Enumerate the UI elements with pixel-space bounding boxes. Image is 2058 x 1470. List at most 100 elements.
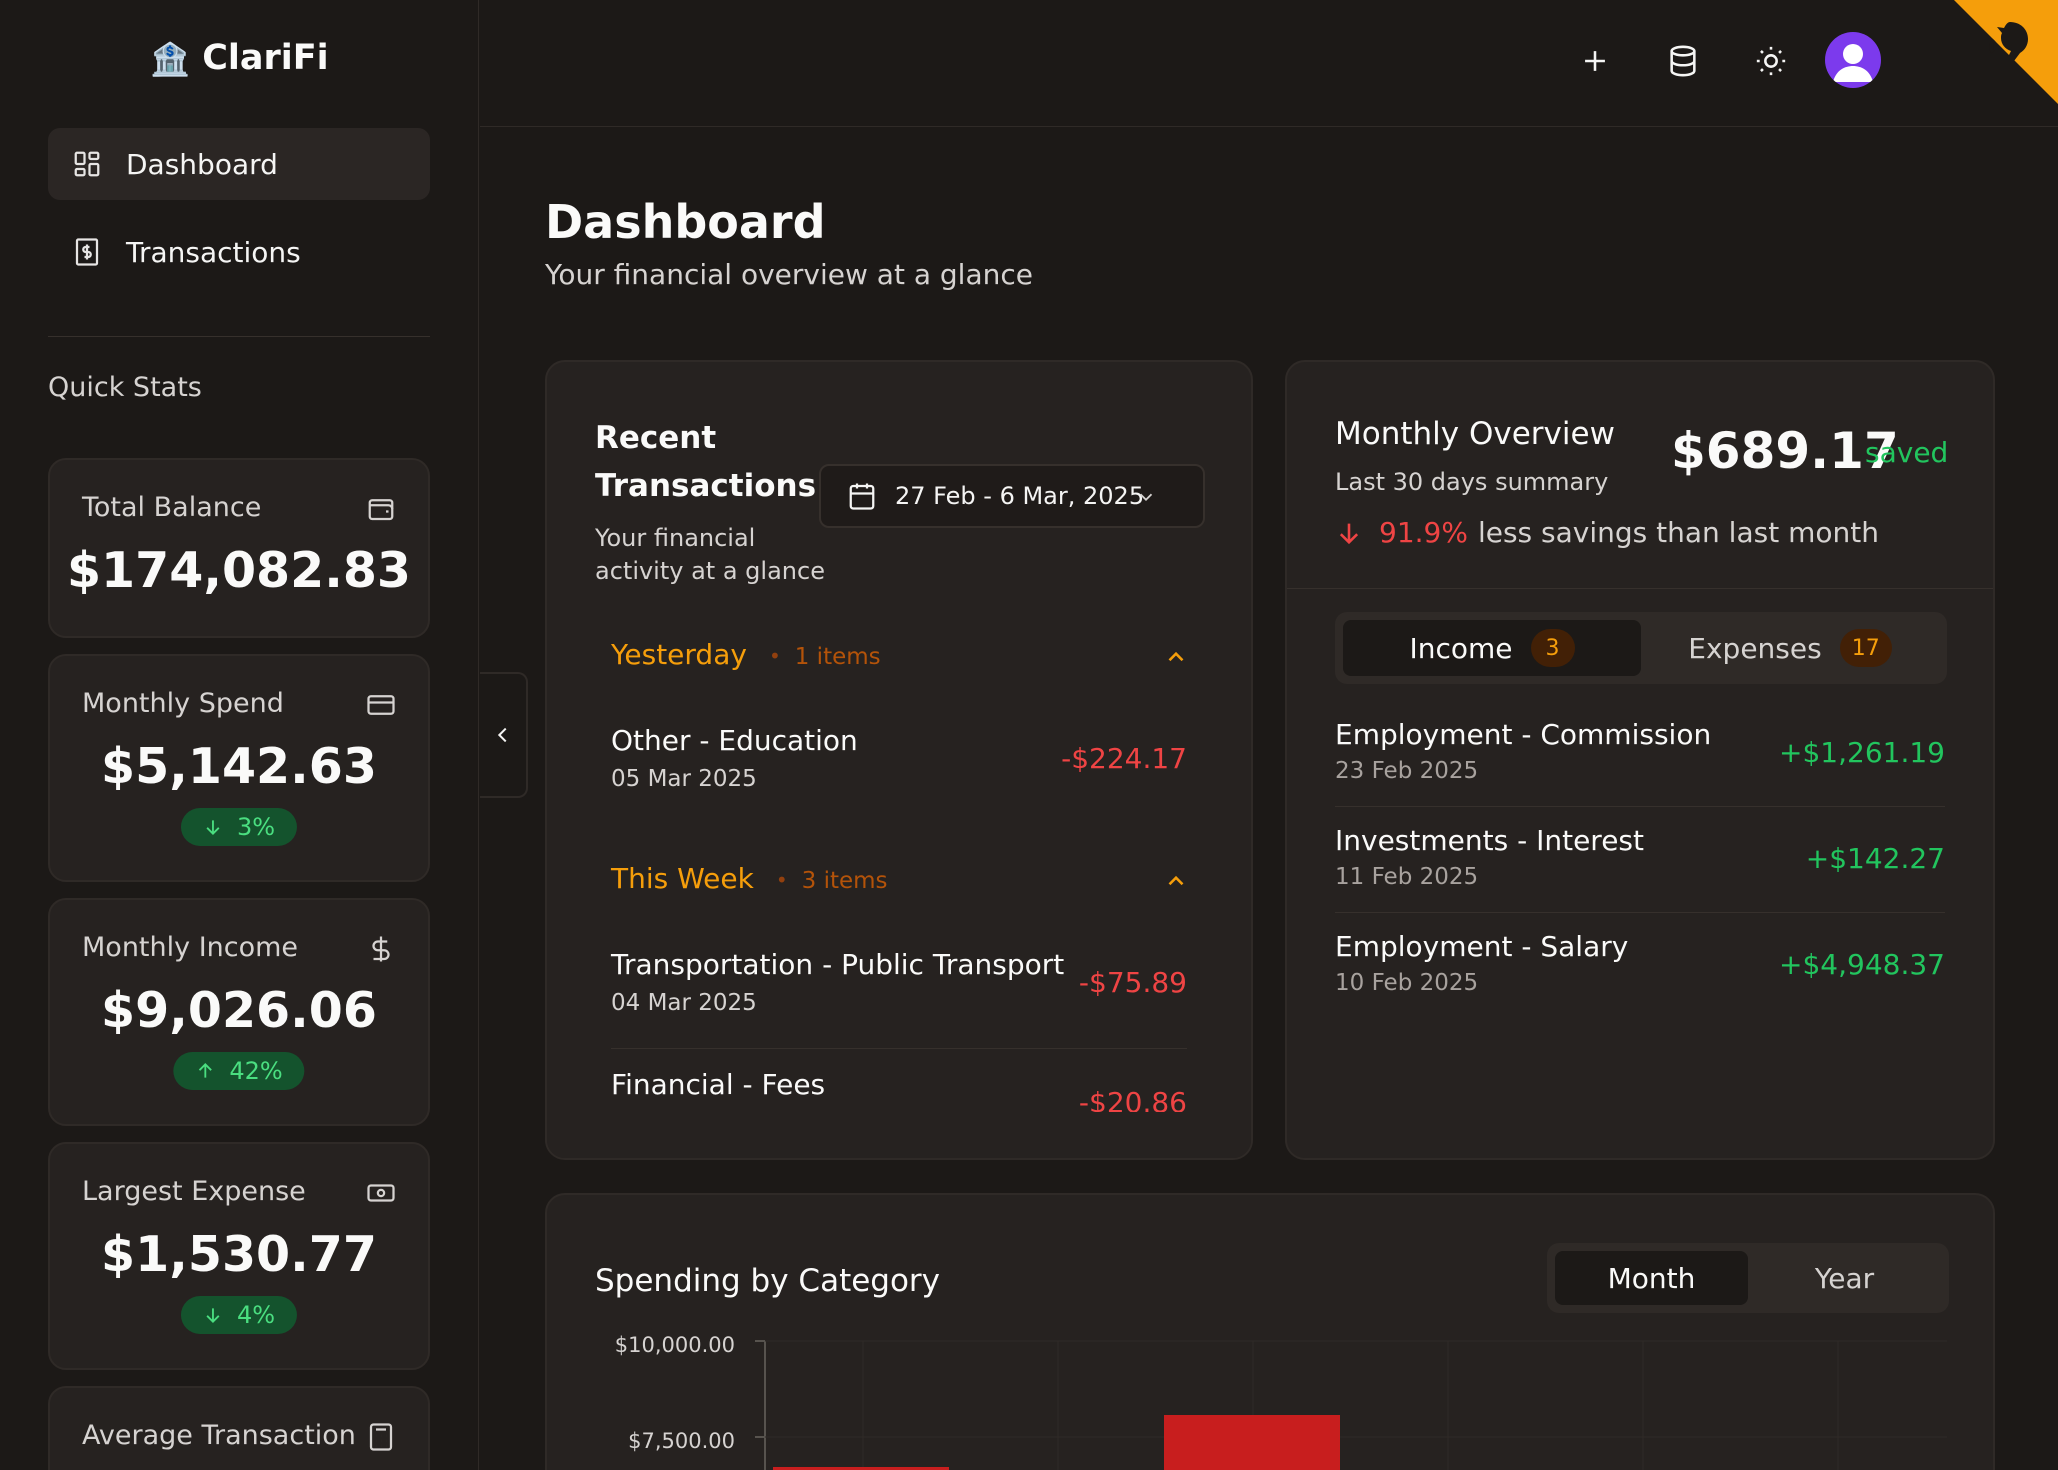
scroll-clip (547, 1112, 1251, 1158)
stat-label: Largest Expense (82, 1176, 306, 1207)
app-name: ClariFi (202, 38, 329, 78)
change-value: 4% (236, 1301, 276, 1329)
chevron-down-icon (1139, 493, 1153, 502)
change-value: 3% (236, 813, 276, 841)
income-date: 11 Feb 2025 (1335, 864, 1479, 890)
date-range-picker[interactable]: 27 Feb - 6 Mar, 2025 (819, 464, 1205, 528)
savings-label: saved (1865, 436, 1949, 469)
recent-transactions-subtitle: Your financial activity at a glance (595, 524, 825, 585)
chevron-left-icon (497, 727, 507, 743)
arrow-down-icon (1339, 523, 1359, 544)
change-badge: 3% (180, 808, 298, 846)
row-divider (611, 1048, 1187, 1049)
tab-label: Income (1409, 631, 1513, 665)
income-name: Employment - Commission (1335, 718, 1712, 751)
monthly-overview-title: Monthly Overview (1335, 416, 1615, 452)
stat-card-largest-expense: Largest Expense $1,530.77 4% (48, 1142, 430, 1370)
transaction-amount: -$75.89 (1078, 966, 1187, 999)
spending-by-category-panel: Spending by Category Month Year $10,000.… (545, 1193, 1995, 1470)
stat-card-total-balance: Total Balance $174,082.83 (48, 458, 430, 638)
transaction-date: 05 Mar 2025 (611, 766, 757, 792)
stat-value: $9,026.06 (101, 982, 377, 1039)
income-amount: +$4,948.37 (1779, 948, 1945, 981)
stat-value: $1,530.77 (101, 1226, 377, 1283)
stat-value: $174,082.83 (66, 542, 412, 599)
nav-item-transactions[interactable]: Transactions (48, 216, 430, 288)
brand[interactable]: 🏦 ClariFi (0, 38, 479, 78)
monthly-overview-subtitle: Last 30 days summary (1335, 468, 1609, 496)
stat-label: Monthly Spend (82, 688, 284, 719)
page-subtitle: Your financial overview at a glance (545, 258, 1033, 291)
row-divider (1335, 806, 1945, 807)
user-icon (1833, 44, 1873, 82)
income-amount: +$1,261.19 (1779, 736, 1945, 769)
spending-chart (755, 1340, 1947, 1470)
stat-label: Monthly Income (82, 932, 299, 963)
dollar-icon (372, 936, 390, 962)
separator-dot: • (768, 644, 781, 668)
category-bar (1164, 1415, 1340, 1470)
group-count: 1 items (794, 644, 881, 670)
group-header-yesterday[interactable]: Yesterday • 1 items (611, 638, 881, 671)
stat-card-average-transaction: Average Transaction (48, 1386, 430, 1470)
income-name: Employment - Salary (1335, 930, 1629, 963)
date-range-value: 27 Feb - 6 Mar, 2025 (895, 482, 1145, 510)
receipt-icon (75, 238, 99, 266)
plus-icon[interactable] (1578, 44, 1612, 78)
tab-count-badge: 17 (1839, 629, 1892, 667)
group-header-this-week[interactable]: This Week • 3 items (611, 862, 888, 895)
banknote-icon (367, 1184, 395, 1202)
income-date: 10 Feb 2025 (1335, 970, 1479, 996)
recent-transactions-panel: Recent Transactions Your financial activ… (545, 360, 1253, 1160)
credit-card-icon (367, 695, 395, 715)
trend-text: less savings than last month (1477, 516, 1879, 549)
change-value: 42% (229, 1057, 283, 1085)
group-label: This Week (611, 862, 754, 895)
quick-stats-title: Quick Stats (48, 372, 202, 403)
change-badge: 4% (180, 1296, 298, 1334)
nav-label-dashboard: Dashboard (126, 147, 278, 181)
savings-trend: 91.9% less savings than last month (1335, 516, 1879, 549)
calculator-icon (369, 1423, 393, 1451)
transaction-name: Other - Education (611, 724, 858, 757)
change-badge: 42% (173, 1052, 305, 1090)
monthly-overview-panel: Monthly Overview Last 30 days summary $6… (1285, 360, 1995, 1160)
group-count: 3 items (801, 868, 888, 894)
trend-percent: 91.9% (1379, 516, 1468, 549)
group-label: Yesterday (611, 638, 747, 671)
transaction-date: 04 Mar 2025 (611, 990, 757, 1016)
transaction-amount: -$224.17 (1061, 742, 1187, 775)
page-title: Dashboard (545, 195, 826, 249)
stat-card-monthly-income: Monthly Income $9,026.06 42% (48, 898, 430, 1126)
dashboard-icon (74, 151, 100, 177)
top-bar (480, 0, 2058, 127)
bank-logo-icon: 🏦 (150, 40, 191, 78)
arrow-up-icon (198, 1063, 212, 1078)
income-amount: +$142.27 (1805, 842, 1945, 875)
database-icon[interactable] (1666, 44, 1700, 78)
github-corner-icon[interactable] (1898, 0, 2058, 160)
tab-income[interactable]: Income 3 (1343, 620, 1641, 676)
chevron-up-icon[interactable] (1163, 644, 1189, 670)
separator-dot: • (775, 868, 788, 892)
recent-transactions-title: Recent Transactions (595, 420, 817, 504)
chevron-up-icon[interactable] (1163, 868, 1189, 894)
section-divider (1287, 588, 1993, 589)
stat-label: Average Transaction (82, 1420, 356, 1451)
nav-item-dashboard[interactable]: Dashboard (48, 128, 430, 200)
sidebar: 🏦 ClariFi Dashboard Transactions Quick St… (0, 0, 479, 1470)
stat-value: $5,142.63 (101, 738, 377, 795)
sidebar-collapse-button[interactable] (480, 672, 528, 798)
arrow-down-icon (206, 1308, 220, 1323)
wallet-icon (368, 499, 394, 521)
user-avatar[interactable] (1825, 32, 1881, 88)
nav-label-transactions: Transactions (126, 235, 301, 269)
arrow-down-icon (206, 820, 220, 835)
tab-expenses[interactable]: Expenses 17 (1641, 620, 1939, 676)
income-date: 23 Feb 2025 (1335, 758, 1479, 784)
tab-label: Expenses (1688, 631, 1822, 665)
sun-icon[interactable] (1754, 44, 1788, 78)
calendar-icon (849, 483, 875, 510)
transaction-name: Financial - Fees (611, 1068, 826, 1101)
stat-card-monthly-spend: Monthly Spend $5,142.63 3% (48, 654, 430, 882)
